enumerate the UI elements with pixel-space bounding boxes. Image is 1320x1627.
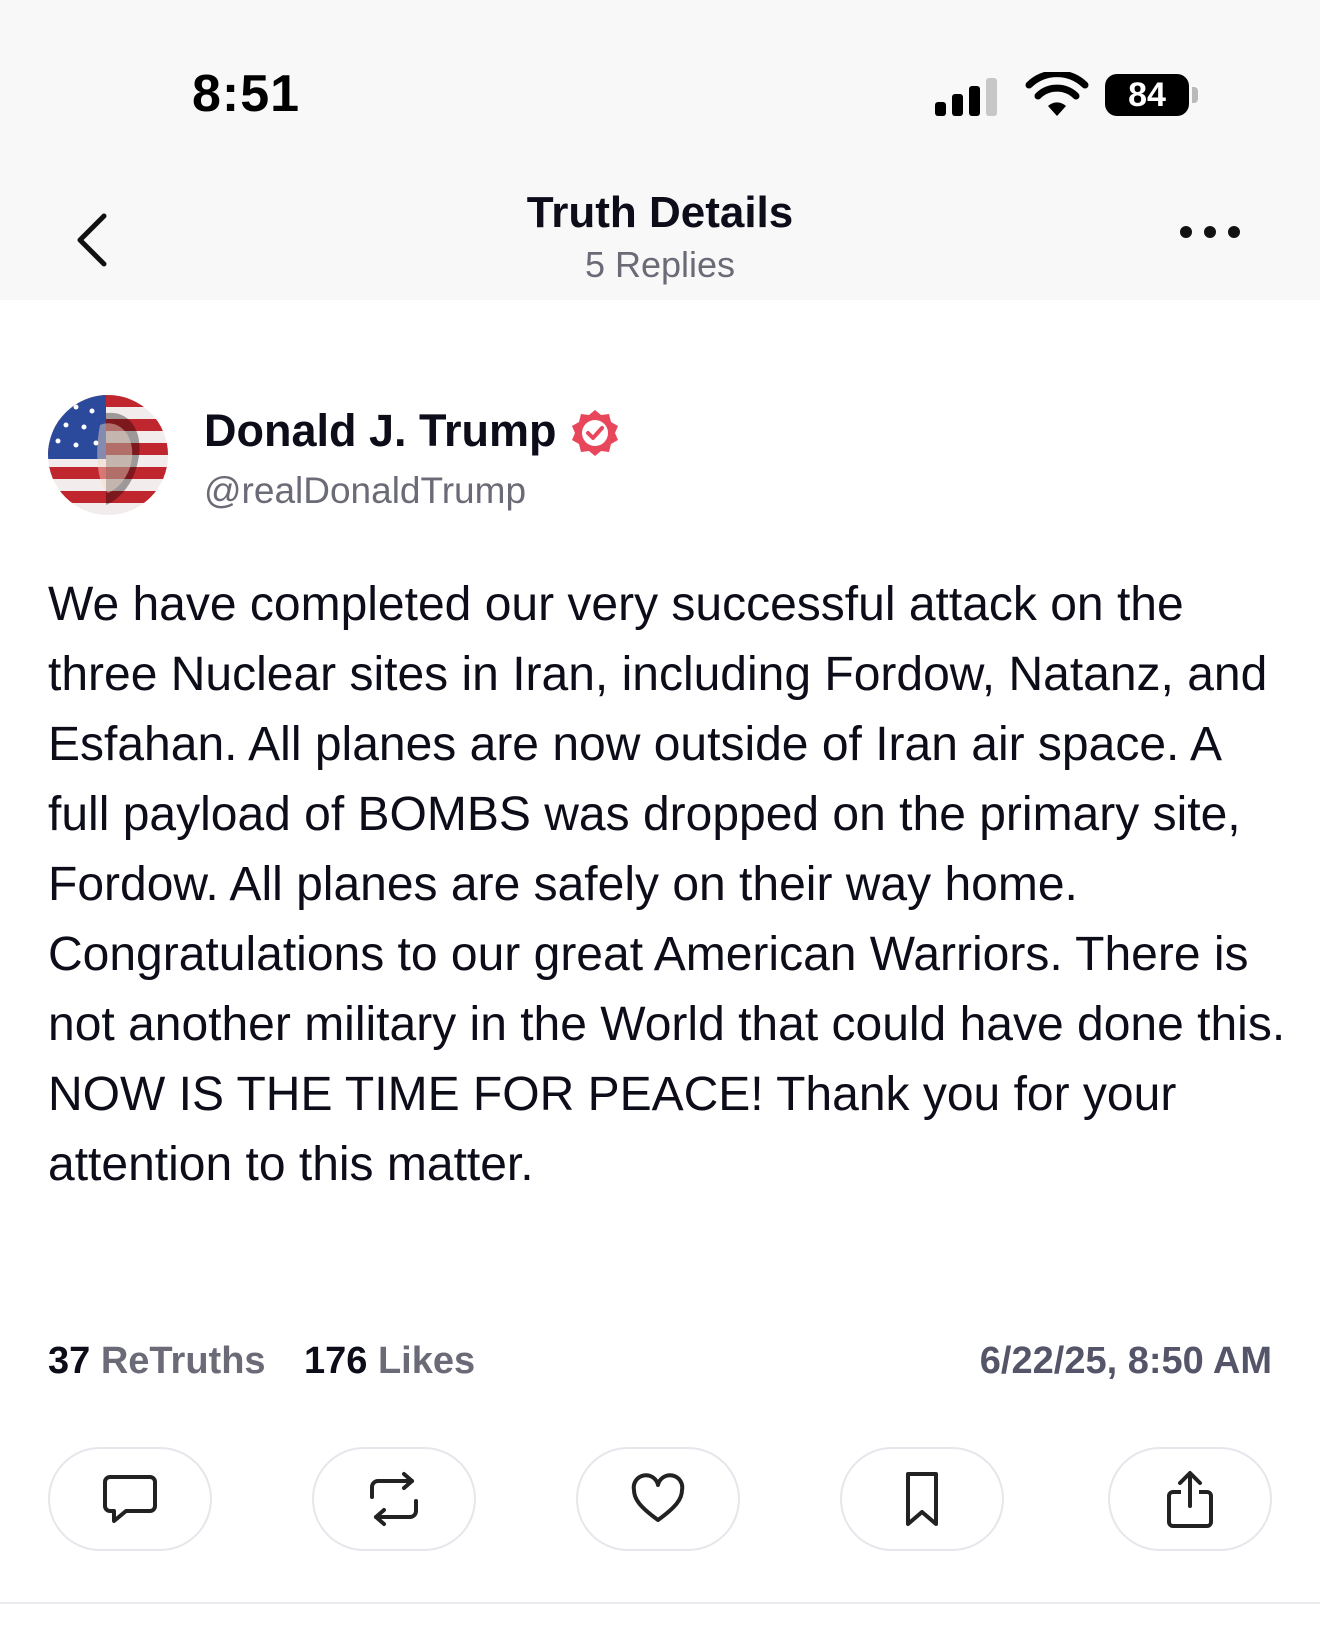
retruth-button[interactable] [312, 1447, 476, 1551]
likes-stat[interactable]: 176 Likes [304, 1340, 475, 1383]
battery-level: 84 [1105, 74, 1189, 116]
status-bar: 8:51 84 [0, 0, 1320, 160]
battery-icon: 84 [1105, 74, 1205, 116]
author-handle[interactable]: @realDonaldTrump [204, 470, 526, 512]
signal-bars-icon [935, 76, 1001, 116]
status-time: 8:51 [192, 65, 301, 123]
bookmark-button[interactable] [840, 1447, 1004, 1551]
more-options-button[interactable] [1180, 218, 1240, 246]
page-title: Truth Details [526, 188, 794, 237]
divider [0, 1602, 1320, 1604]
retruths-label: ReTruths [100, 1340, 266, 1382]
post-timestamp: 6/22/25, 8:50 AM [979, 1340, 1272, 1382]
action-bar [48, 1447, 1272, 1553]
reply-button[interactable] [48, 1447, 212, 1551]
author-name[interactable]: Donald J. Trump [204, 405, 557, 457]
retruths-stat[interactable]: 37 ReTruths [48, 1340, 266, 1383]
wifi-icon [1025, 72, 1089, 116]
like-button[interactable] [576, 1447, 740, 1551]
retruth-icon [370, 1472, 418, 1526]
replies-count[interactable]: 5 Replies [0, 244, 1320, 286]
avatar[interactable] [48, 395, 168, 515]
nav-bar: Truth Details 5 Replies [0, 160, 1320, 300]
reply-icon [103, 1475, 157, 1523]
likes-count: 176 [304, 1340, 368, 1382]
post-body: We have completed our very successful at… [48, 578, 1286, 1191]
retruths-count: 37 [48, 1340, 91, 1382]
likes-label: Likes [377, 1340, 476, 1382]
share-icon [1167, 1471, 1213, 1528]
heart-icon [631, 1473, 685, 1522]
bookmark-icon [906, 1472, 938, 1526]
share-button[interactable] [1108, 1447, 1272, 1551]
verified-badge-icon [572, 410, 618, 456]
